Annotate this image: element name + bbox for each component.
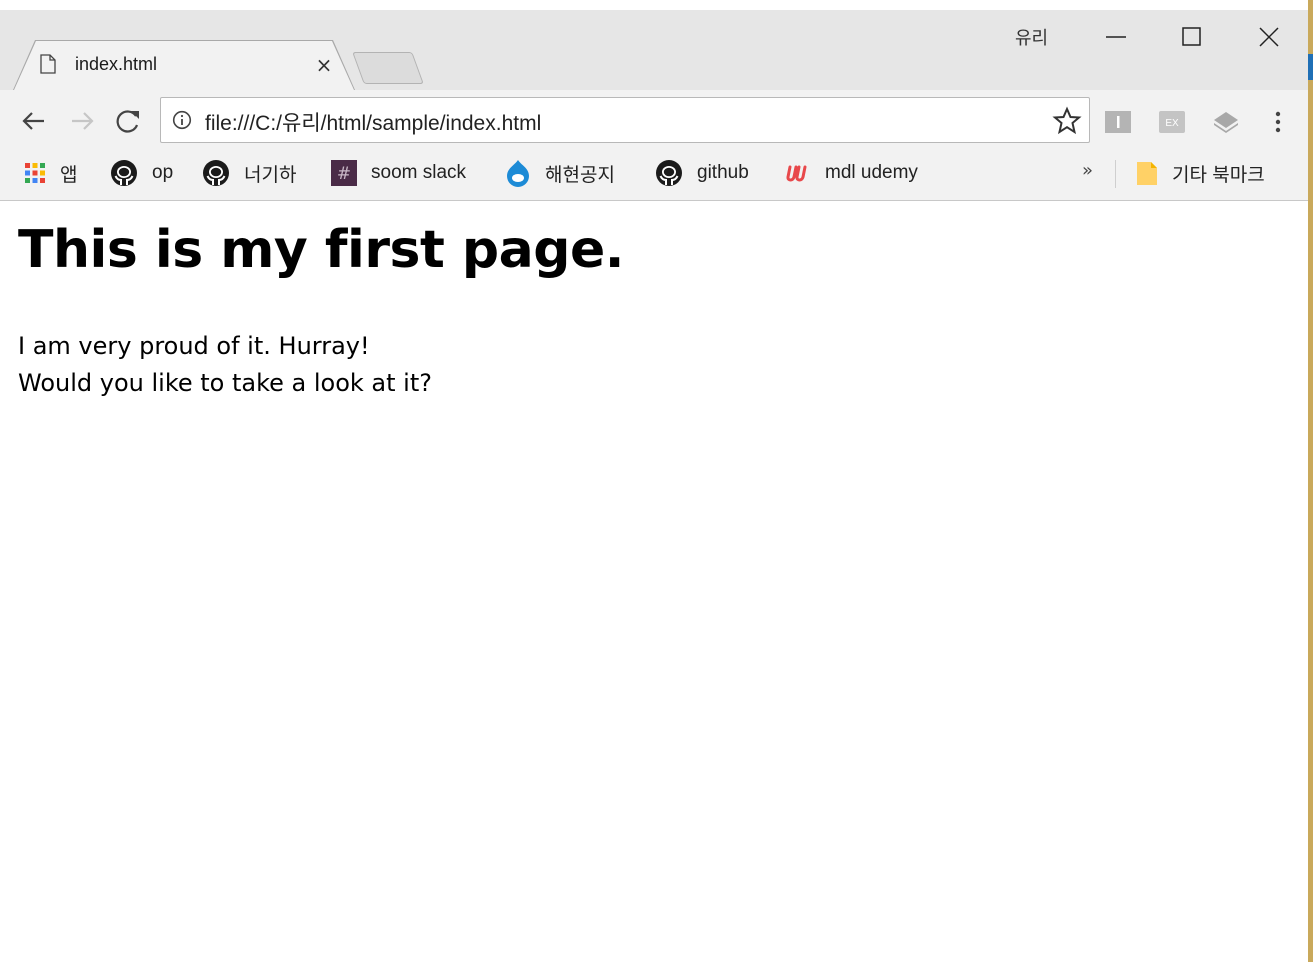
close-window-button[interactable] [1240,14,1300,58]
file-icon [40,54,56,74]
page-heading: This is my first page. [18,220,625,280]
bookmark-label: github [697,162,749,183]
bookmark-github[interactable]: github [655,160,749,186]
bookmark-soom-slack[interactable]: # soom slack [331,160,466,186]
extension-i-icon[interactable] [1104,108,1132,136]
forward-icon[interactable] [66,106,98,138]
tab-close-button[interactable]: × [313,53,335,77]
window-edge-accent [1308,54,1313,80]
bookmark-label: 기타 북마크 [1172,164,1265,186]
svg-text:EX: EX [1165,118,1179,129]
bookmark-label: 해현공지 [545,164,615,186]
bookmark-apps[interactable]: 앱 [24,160,77,186]
bookmark-label: 앱 [60,164,78,186]
window-edge [1308,0,1313,962]
bookmark-haehyeon[interactable]: 해현공지 [505,160,615,187]
minimize-button[interactable] [1070,14,1130,58]
paragraph-line: I am very proud of it. Hurray! [18,332,370,360]
extension-layers-icon[interactable] [1212,108,1240,136]
extension-ex-icon[interactable]: EX [1158,108,1186,136]
reload-icon[interactable] [112,106,144,138]
bookmark-label: soom slack [371,162,467,183]
star-icon[interactable] [1052,106,1082,136]
bookmark-other-folder[interactable]: 기타 북마크 [1136,160,1265,186]
menu-icon[interactable] [1264,108,1292,136]
bookmark-op[interactable]: op [110,160,173,186]
page-paragraph: I am very proud of it. Hurray! Would you… [18,328,432,402]
github-icon [656,160,682,186]
paragraph-line: Would you like to take a look at it? [18,369,432,397]
tab-index[interactable] [14,41,354,90]
profile-name[interactable]: 유리 [1015,24,1048,50]
new-tab-button[interactable] [352,52,424,84]
bookmark-mdl-udemy[interactable]: mdl udemy [785,160,918,186]
bookmark-label: mdl udemy [825,162,918,183]
tab-title: index.html [75,54,158,74]
info-icon[interactable] [172,110,192,130]
bookmark-label: op [152,162,174,183]
github-icon [203,160,229,186]
url-text[interactable]: file:///C:/유리/html/sample/index.html [205,107,541,137]
apps-grid-icon [25,163,45,183]
bookmark-neogiha[interactable]: 너기하 [202,160,296,186]
slack-icon: # [331,160,357,186]
udemy-icon [786,165,807,182]
maximize-button[interactable] [1160,14,1220,58]
bookmark-divider [1115,160,1116,188]
back-icon[interactable] [18,106,50,138]
bookmark-label: 너기하 [244,164,297,186]
github-icon [111,160,137,186]
svg-text:#: # [337,164,351,184]
drupal-icon [507,160,529,187]
folder-icon [1137,162,1157,185]
top-strip [0,0,1308,10]
bookmarks-overflow-button[interactable]: » [1082,160,1093,181]
